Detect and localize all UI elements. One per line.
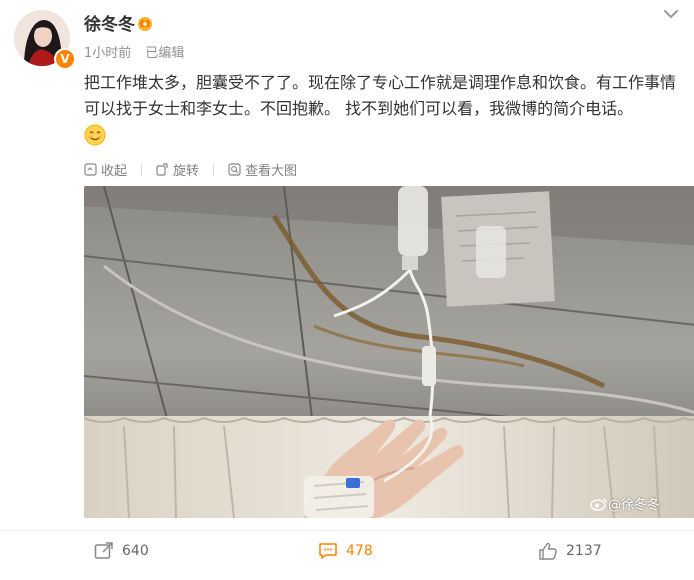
thumbs-up-icon <box>539 542 557 560</box>
image-toolbar: 收起 旋转 查看大图 <box>84 160 311 179</box>
smile-emoji-icon <box>84 124 106 146</box>
rotate-label: 旋转 <box>173 164 200 179</box>
rotate-icon <box>156 163 168 176</box>
post-actions: 640 478 2137 <box>0 540 694 570</box>
like-count: 2137 <box>566 543 602 559</box>
collapse-label: 收起 <box>101 164 128 179</box>
verified-badge-icon: V <box>54 48 76 70</box>
collapse-button[interactable]: 收起 <box>84 160 127 179</box>
like-button[interactable]: 2137 <box>538 542 602 560</box>
image-watermark: @徐冬冬 <box>590 494 660 513</box>
post-text: 把工作堆太多，胆囊受不了了。现在除了专心工作就是调理作息和饮食。有工作事情可以找… <box>84 73 677 118</box>
vip-crown-icon <box>138 17 152 31</box>
zoom-image-icon <box>228 163 241 176</box>
chevron-down-icon[interactable] <box>660 6 682 22</box>
edited-label: 已编辑 <box>145 46 185 61</box>
repost-button[interactable]: 640 <box>94 542 149 560</box>
weibo-logo-icon <box>590 497 608 511</box>
view-large-button[interactable]: 查看大图 <box>228 160 297 179</box>
rotate-button[interactable]: 旋转 <box>156 160 199 179</box>
user-name[interactable]: 徐冬冬 <box>84 14 135 36</box>
view-large-label: 查看大图 <box>245 164 298 179</box>
repost-count: 640 <box>122 543 149 559</box>
collapse-icon <box>84 163 97 176</box>
comment-count: 478 <box>346 543 373 559</box>
actions-divider <box>0 530 694 531</box>
comment-button[interactable]: 478 <box>318 542 373 560</box>
watermark-text: @徐冬冬 <box>608 498 661 513</box>
post-image[interactable] <box>84 186 694 518</box>
toolbar-divider <box>141 163 143 176</box>
repost-icon <box>94 542 113 559</box>
comment-icon <box>319 543 337 559</box>
hospital-iv-photo <box>84 186 694 518</box>
weibo-post-card: V 徐冬冬 1小时前 已编辑 把工作堆太多，胆囊受不了了。现在除了专心工作就是调… <box>0 0 694 580</box>
post-time[interactable]: 1小时前 <box>84 46 131 61</box>
post-meta: 1小时前 已编辑 <box>84 42 194 61</box>
toolbar-divider <box>213 163 215 176</box>
